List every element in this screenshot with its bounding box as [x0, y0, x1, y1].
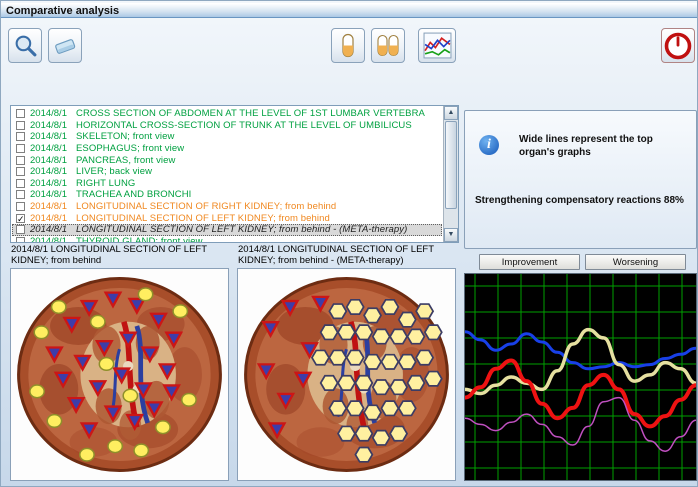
unchecked-checkbox[interactable]: [16, 237, 25, 242]
item-date: 2014/8/1: [30, 155, 76, 166]
item-label: TRACHEA AND BRONCHI: [76, 189, 191, 200]
graphs-chart: [464, 273, 697, 481]
item-date: 2014/8/1: [30, 236, 76, 242]
item-label: ESOPHAGUS; front view: [76, 143, 184, 154]
kidney-section-right: [238, 269, 455, 480]
item-date: 2014/8/1: [30, 131, 76, 142]
scrollbar-thumb[interactable]: [445, 121, 457, 209]
results-list: 2014/8/1CROSS SECTION OF ABDOMEN AT THE …: [10, 105, 459, 243]
chart-lines-icon: [423, 32, 452, 59]
item-date: 2014/8/1: [30, 120, 76, 131]
item-label: LIVER; back view: [76, 166, 152, 177]
list-item[interactable]: 2014/8/1LONGITUDINAL SECTION OF LEFT KID…: [12, 224, 442, 236]
list-scrollbar[interactable]: ▲ ▼: [443, 106, 458, 242]
checked-checkbox[interactable]: ✓: [16, 214, 25, 223]
eraser-icon: [52, 34, 78, 58]
item-date: 2014/8/1: [30, 189, 76, 200]
improvement-button[interactable]: Improvement: [479, 254, 580, 270]
item-label: LONGITUDINAL SECTION OF LEFT KIDNEY; fro…: [76, 224, 407, 235]
item-date: 2014/8/1: [30, 201, 76, 212]
magnifier-icon: [13, 33, 38, 58]
unchecked-checkbox[interactable]: [16, 156, 25, 165]
clear-button[interactable]: [48, 28, 82, 63]
item-date: 2014/8/1: [30, 213, 76, 224]
comparative-analysis-window: Comparative analysis 2014/8/1CROSS SECTI…: [0, 0, 698, 487]
item-date: 2014/8/1: [30, 108, 76, 119]
item-date: 2014/8/1: [30, 166, 76, 177]
list-rows: 2014/8/1CROSS SECTION OF ABDOMEN AT THE …: [12, 108, 442, 242]
unchecked-checkbox[interactable]: [16, 167, 25, 176]
capsule-icon: [340, 32, 356, 59]
unchecked-checkbox[interactable]: [16, 132, 25, 141]
right-organ-image[interactable]: [237, 268, 456, 481]
unchecked-checkbox[interactable]: [16, 109, 25, 118]
item-date: 2014/8/1: [30, 143, 76, 154]
item-label: CROSS SECTION OF ABDOMEN AT THE LEVEL OF…: [76, 108, 425, 119]
list-item[interactable]: 2014/8/1CROSS SECTION OF ABDOMEN AT THE …: [12, 108, 442, 120]
info-text: Wide lines represent the top organ's gra…: [519, 133, 685, 159]
preparation-button[interactable]: [331, 28, 365, 63]
left-image-caption: 2014/8/1 LONGITUDINAL SECTION OF LEFT KI…: [11, 245, 233, 267]
item-label: SKELETON; front view: [76, 131, 174, 142]
list-item[interactable]: 2014/8/1LIVER; back view: [12, 166, 442, 178]
unchecked-checkbox[interactable]: [16, 144, 25, 153]
list-item[interactable]: 2014/8/1SKELETON; front view: [12, 131, 442, 143]
item-label: THYROID GLAND; front view: [76, 236, 203, 242]
power-icon: [664, 32, 692, 60]
item-label: PANCREAS, front view: [76, 155, 176, 166]
info-panel: i Wide lines represent the top organ's g…: [464, 110, 697, 249]
item-label: RIGHT LUNG: [76, 178, 135, 189]
list-item[interactable]: 2014/8/1LONGITUDINAL SECTION OF RIGHT KI…: [12, 201, 442, 213]
kidney-section-left: [11, 269, 228, 480]
unchecked-checkbox[interactable]: [16, 190, 25, 199]
scroll-up-icon[interactable]: ▲: [444, 106, 458, 120]
scroll-down-icon[interactable]: ▼: [444, 228, 458, 242]
left-organ-image[interactable]: [10, 268, 229, 481]
zoom-button[interactable]: [8, 28, 42, 63]
info-icon: i: [479, 135, 499, 155]
list-item[interactable]: 2014/8/1ESOPHAGUS; front view: [12, 143, 442, 155]
graphs-canvas: [465, 274, 696, 480]
unchecked-checkbox[interactable]: [16, 121, 25, 130]
item-date: 2014/8/1: [30, 224, 76, 235]
capsules-icon: [376, 32, 400, 59]
list-item[interactable]: 2014/8/1THYROID GLAND; front view: [12, 236, 442, 242]
item-label: LONGITUDINAL SECTION OF LEFT KIDNEY; fro…: [76, 213, 330, 224]
item-label: HORIZONTAL CROSS-SECTION OF TRUNK AT THE…: [76, 120, 412, 131]
window-title: Comparative analysis: [6, 5, 119, 17]
graphs-button[interactable]: [418, 28, 456, 63]
item-label: LONGITUDINAL SECTION OF RIGHT KIDNEY; fr…: [76, 201, 336, 212]
list-item[interactable]: 2014/8/1TRACHEA AND BRONCHI: [12, 189, 442, 201]
titlebar: Comparative analysis: [1, 3, 697, 18]
list-item[interactable]: ✓ 2014/8/1LONGITUDINAL SECTION OF LEFT KI…: [12, 212, 442, 224]
list-item[interactable]: 2014/8/1RIGHT LUNG: [12, 178, 442, 190]
preparations-compare-button[interactable]: [371, 28, 405, 63]
item-date: 2014/8/1: [30, 178, 76, 189]
right-image-caption: 2014/8/1 LONGITUDINAL SECTION OF LEFT KI…: [238, 245, 460, 267]
list-item[interactable]: 2014/8/1HORIZONTAL CROSS-SECTION OF TRUN…: [12, 120, 442, 132]
unchecked-checkbox[interactable]: [16, 179, 25, 188]
unchecked-checkbox[interactable]: [16, 202, 25, 211]
unchecked-checkbox[interactable]: [16, 225, 25, 234]
list-item[interactable]: 2014/8/1PANCREAS, front view: [12, 154, 442, 166]
exit-button[interactable]: [661, 28, 695, 63]
reaction-text: Strengthening compensatory reactions 88%: [475, 195, 693, 206]
worsening-button[interactable]: Worsening: [585, 254, 686, 270]
